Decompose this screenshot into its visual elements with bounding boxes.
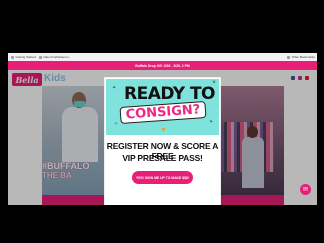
sparkle-icon: ✧ xyxy=(114,121,119,127)
browser-window: Getting Started https://curbsidecon... O… xyxy=(8,53,317,205)
modal-banner: ✦ ✦ ✧ READY TO CONSIGN? ▼ xyxy=(106,79,219,135)
bookmark-getting-started[interactable]: Getting Started xyxy=(11,55,36,59)
page-icon xyxy=(38,55,42,59)
bookmark-label: Other Bookmarks xyxy=(291,55,315,59)
chat-icon[interactable]: ✉ xyxy=(300,184,311,195)
folder-icon xyxy=(287,55,291,59)
chat-glyph: ✉ xyxy=(302,187,309,193)
sign-up-button-label: YES! SIGN ME UP TO MAKE $$$! xyxy=(135,175,189,180)
promo-text: Buffalo Drop Off: 3/18 - 3/20, 2 PM xyxy=(135,63,190,68)
modal-body-line2: VIP PRESALE PASS! xyxy=(122,153,203,163)
bookmark-label: https://curbsidecon... xyxy=(43,55,71,59)
bookmark-other[interactable]: Other Bookmarks xyxy=(287,55,315,59)
modal-headline-box: CONSIGN? xyxy=(119,101,207,124)
sign-up-button[interactable]: YES! SIGN ME UP TO MAKE $$$! xyxy=(132,171,193,184)
globe-icon xyxy=(11,55,14,59)
sparkle-icon: ✦ xyxy=(112,85,117,91)
close-icon[interactable]: × xyxy=(211,80,217,86)
consign-modal: ✦ ✦ ✧ READY TO CONSIGN? ▼ × REGISTER NOW… xyxy=(104,77,221,205)
modal-headline-bottom: CONSIGN? xyxy=(125,102,201,123)
sparkle-icon: ✦ xyxy=(209,119,214,125)
bookmark-curbside[interactable]: https://curbsidecon... xyxy=(38,55,71,59)
bookmark-label: Getting Started xyxy=(15,55,36,59)
promo-bar[interactable]: Buffalo Drop Off: 3/18 - 3/20, 2 PM xyxy=(8,61,317,70)
video-frame: Getting Started https://curbsidecon... O… xyxy=(0,0,324,243)
arrow-down-icon: ▼ xyxy=(160,127,167,134)
